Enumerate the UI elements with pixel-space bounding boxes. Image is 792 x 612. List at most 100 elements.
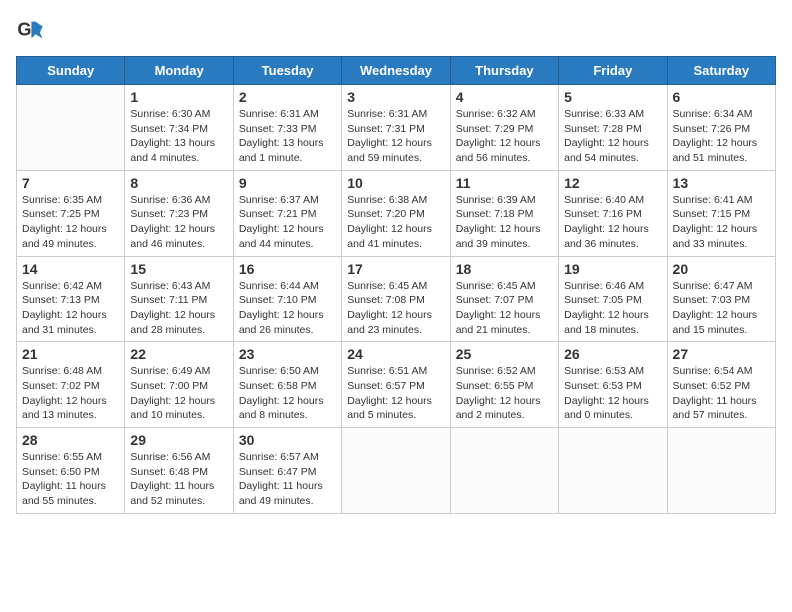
day-number: 29 (130, 432, 227, 448)
calendar-cell: 16Sunrise: 6:44 AMSunset: 7:10 PMDayligh… (233, 256, 341, 342)
logo-icon: G (16, 16, 44, 44)
day-number: 3 (347, 89, 444, 105)
cell-info: Sunrise: 6:45 AMSunset: 7:08 PMDaylight:… (347, 279, 444, 338)
calendar-cell: 8 Sunrise: 6:36 AMSunset: 7:23 PMDaylight… (125, 170, 233, 256)
calendar-cell: 14 Sunrise: 6:42 AMSunset: 7:13 PMDayligh… (17, 256, 125, 342)
calendar-cell (17, 85, 125, 171)
calendar-cell: 2 Sunrise: 6:31 AMSunset: 7:33 PMDaylight… (233, 85, 341, 171)
day-number: 17 (347, 261, 444, 277)
cell-info: Sunrise: 6:36 AMSunset: 7:23 PMDaylight:… (130, 193, 227, 252)
cell-info: Sunrise: 6:31 AMSunset: 7:33 PMDaylight:… (239, 107, 336, 166)
cell-info: Sunrise: 6:30 AMSunset: 7:34 PMDaylight:… (130, 107, 227, 166)
cell-info: Sunrise: 6:57 AMSunset: 6:47 PMDaylight:… (239, 450, 336, 509)
cell-info: Sunrise: 6:43 AMSunset: 7:11 PMDaylight:… (130, 279, 227, 338)
day-number: 12 (564, 175, 661, 191)
cell-info: Sunrise: 6:40 AMSunset: 7:16 PMDaylight:… (564, 193, 661, 252)
calendar-cell: 19 Sunrise: 6:46 AMSunset: 7:05 PMDayligh… (559, 256, 667, 342)
calendar-cell: 30Sunrise: 6:57 AMSunset: 6:47 PMDayligh… (233, 428, 341, 514)
cell-info: Sunrise: 6:42 AMSunset: 7:13 PMDaylight:… (22, 279, 119, 338)
cell-info: Sunrise: 6:34 AMSunset: 7:26 PMDaylight:… (673, 107, 770, 166)
calendar-cell: 24Sunrise: 6:51 AMSunset: 6:57 PMDayligh… (342, 342, 450, 428)
calendar-cell: 22 Sunrise: 6:49 AMSunset: 7:00 PMDayligh… (125, 342, 233, 428)
cell-info: Sunrise: 6:44 AMSunset: 7:10 PMDaylight:… (239, 279, 336, 338)
cell-info: Sunrise: 6:35 AMSunset: 7:25 PMDaylight:… (22, 193, 119, 252)
calendar-week-row: 21 Sunrise: 6:48 AMSunset: 7:02 PMDayligh… (17, 342, 776, 428)
day-number: 2 (239, 89, 336, 105)
day-number: 8 (130, 175, 227, 191)
day-number: 15 (130, 261, 227, 277)
day-number: 11 (456, 175, 553, 191)
day-header-sunday: Sunday (17, 57, 125, 85)
day-number: 4 (456, 89, 553, 105)
cell-info: Sunrise: 6:50 AMSunset: 6:58 PMDaylight:… (239, 364, 336, 423)
calendar-cell: 1 Sunrise: 6:30 AMSunset: 7:34 PMDaylight… (125, 85, 233, 171)
calendar-cell (342, 428, 450, 514)
calendar-cell: 15 Sunrise: 6:43 AMSunset: 7:11 PMDayligh… (125, 256, 233, 342)
calendar-cell (559, 428, 667, 514)
cell-info: Sunrise: 6:49 AMSunset: 7:00 PMDaylight:… (130, 364, 227, 423)
day-header-monday: Monday (125, 57, 233, 85)
day-number: 10 (347, 175, 444, 191)
day-number: 26 (564, 346, 661, 362)
day-number: 24 (347, 346, 444, 362)
calendar-cell (450, 428, 558, 514)
calendar-cell: 26Sunrise: 6:53 AMSunset: 6:53 PMDayligh… (559, 342, 667, 428)
calendar-header-row: SundayMondayTuesdayWednesdayThursdayFrid… (17, 57, 776, 85)
day-number: 1 (130, 89, 227, 105)
day-number: 18 (456, 261, 553, 277)
calendar-cell: 7Sunrise: 6:35 AMSunset: 7:25 PMDaylight… (17, 170, 125, 256)
cell-info: Sunrise: 6:48 AMSunset: 7:02 PMDaylight:… (22, 364, 119, 423)
day-header-friday: Friday (559, 57, 667, 85)
calendar-cell: 17 Sunrise: 6:45 AMSunset: 7:08 PMDayligh… (342, 256, 450, 342)
day-number: 5 (564, 89, 661, 105)
calendar-cell: 6 Sunrise: 6:34 AMSunset: 7:26 PMDaylight… (667, 85, 775, 171)
calendar-cell (667, 428, 775, 514)
svg-text:G: G (17, 20, 31, 40)
calendar-week-row: 28Sunrise: 6:55 AMSunset: 6:50 PMDayligh… (17, 428, 776, 514)
calendar-cell: 5 Sunrise: 6:33 AMSunset: 7:28 PMDaylight… (559, 85, 667, 171)
calendar-week-row: 7Sunrise: 6:35 AMSunset: 7:25 PMDaylight… (17, 170, 776, 256)
calendar-cell: 13 Sunrise: 6:41 AMSunset: 7:15 PMDayligh… (667, 170, 775, 256)
day-number: 23 (239, 346, 336, 362)
calendar-cell: 12 Sunrise: 6:40 AMSunset: 7:16 PMDayligh… (559, 170, 667, 256)
day-number: 27 (673, 346, 770, 362)
calendar-cell: 27 Sunrise: 6:54 AMSunset: 6:52 PMDayligh… (667, 342, 775, 428)
day-number: 6 (673, 89, 770, 105)
day-header-tuesday: Tuesday (233, 57, 341, 85)
day-number: 13 (673, 175, 770, 191)
day-number: 22 (130, 346, 227, 362)
cell-info: Sunrise: 6:33 AMSunset: 7:28 PMDaylight:… (564, 107, 661, 166)
calendar-cell: 28Sunrise: 6:55 AMSunset: 6:50 PMDayligh… (17, 428, 125, 514)
calendar-cell: 18 Sunrise: 6:45 AMSunset: 7:07 PMDayligh… (450, 256, 558, 342)
cell-info: Sunrise: 6:52 AMSunset: 6:55 PMDaylight:… (456, 364, 553, 423)
cell-info: Sunrise: 6:54 AMSunset: 6:52 PMDaylight:… (673, 364, 770, 423)
day-number: 9 (239, 175, 336, 191)
cell-info: Sunrise: 6:56 AMSunset: 6:48 PMDaylight:… (130, 450, 227, 509)
day-header-thursday: Thursday (450, 57, 558, 85)
day-number: 14 (22, 261, 119, 277)
day-number: 28 (22, 432, 119, 448)
cell-info: Sunrise: 6:46 AMSunset: 7:05 PMDaylight:… (564, 279, 661, 338)
cell-info: Sunrise: 6:31 AMSunset: 7:31 PMDaylight:… (347, 107, 444, 166)
calendar-cell: 25Sunrise: 6:52 AMSunset: 6:55 PMDayligh… (450, 342, 558, 428)
calendar-cell: 9 Sunrise: 6:37 AMSunset: 7:21 PMDaylight… (233, 170, 341, 256)
day-number: 19 (564, 261, 661, 277)
calendar-cell: 10 Sunrise: 6:38 AMSunset: 7:20 PMDayligh… (342, 170, 450, 256)
cell-info: Sunrise: 6:45 AMSunset: 7:07 PMDaylight:… (456, 279, 553, 338)
calendar-cell: 3 Sunrise: 6:31 AMSunset: 7:31 PMDaylight… (342, 85, 450, 171)
page-header: G (16, 16, 776, 44)
cell-info: Sunrise: 6:37 AMSunset: 7:21 PMDaylight:… (239, 193, 336, 252)
cell-info: Sunrise: 6:41 AMSunset: 7:15 PMDaylight:… (673, 193, 770, 252)
cell-info: Sunrise: 6:38 AMSunset: 7:20 PMDaylight:… (347, 193, 444, 252)
calendar-week-row: 1 Sunrise: 6:30 AMSunset: 7:34 PMDaylight… (17, 85, 776, 171)
calendar-cell: 21 Sunrise: 6:48 AMSunset: 7:02 PMDayligh… (17, 342, 125, 428)
calendar-cell: 29 Sunrise: 6:56 AMSunset: 6:48 PMDayligh… (125, 428, 233, 514)
calendar-table: SundayMondayTuesdayWednesdayThursdayFrid… (16, 56, 776, 514)
calendar-cell: 11 Sunrise: 6:39 AMSunset: 7:18 PMDayligh… (450, 170, 558, 256)
calendar-cell: 20Sunrise: 6:47 AMSunset: 7:03 PMDayligh… (667, 256, 775, 342)
cell-info: Sunrise: 6:39 AMSunset: 7:18 PMDaylight:… (456, 193, 553, 252)
calendar-cell: 23 Sunrise: 6:50 AMSunset: 6:58 PMDayligh… (233, 342, 341, 428)
day-number: 21 (22, 346, 119, 362)
calendar-cell: 4Sunrise: 6:32 AMSunset: 7:29 PMDaylight… (450, 85, 558, 171)
calendar-week-row: 14 Sunrise: 6:42 AMSunset: 7:13 PMDayligh… (17, 256, 776, 342)
